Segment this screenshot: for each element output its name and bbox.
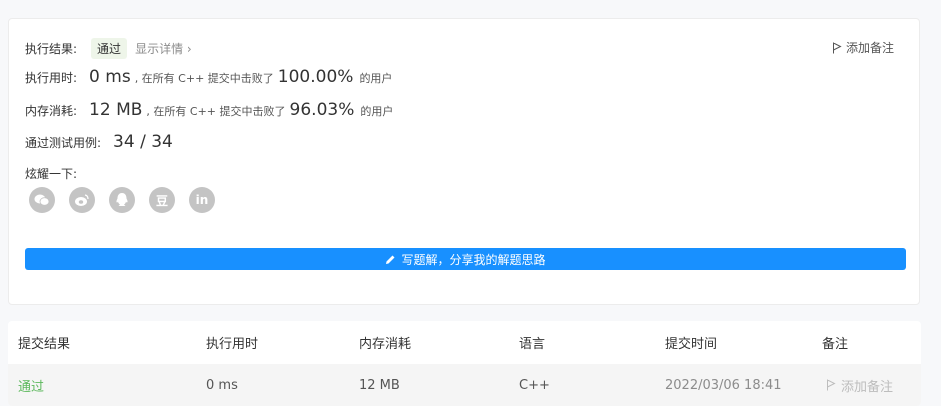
memory-suffix: 的用户 [360, 105, 394, 118]
runtime-suffix: 的用户 [359, 72, 393, 85]
row-add-note-label: 添加备注 [841, 379, 894, 395]
row-memory: 12 MB [359, 377, 400, 393]
table-header: 提交结果 执行用时 内存消耗 语言 提交时间 备注 [8, 321, 921, 364]
flag-icon [827, 379, 836, 391]
share-label: 炫耀一下: [25, 167, 78, 181]
submission-result-card: 执行结果: 通过 显示详情 › 添加备注 执行用时: 0 ms , 在所有 C+… [8, 18, 920, 305]
memory-beat-text: , 在所有 C++ 提交中击败了 [146, 105, 286, 118]
write-solution-label: 写题解，分享我的解题思路 [401, 252, 546, 267]
qq-icon[interactable] [109, 187, 135, 213]
header-language: 语言 [519, 337, 546, 352]
header-note: 备注 [822, 337, 849, 352]
row-runtime: 0 ms [206, 377, 238, 393]
tests-row: 通过测试用例: 34 / 34 [25, 132, 177, 152]
runtime-label: 执行用时: [25, 71, 78, 85]
status-badge: 通过 [91, 38, 128, 59]
memory-row: 内存消耗: 12 MB , 在所有 C++ 提交中击败了 96.03% 的用户 [25, 100, 393, 120]
wechat-icon[interactable] [29, 187, 55, 213]
write-solution-button[interactable]: 写题解，分享我的解题思路 [25, 248, 906, 270]
table-row[interactable]: 通过 0 ms 12 MB C++ 2022/03/06 18:41 添加备注 [8, 364, 921, 406]
linkedin-icon[interactable]: in [189, 187, 215, 213]
row-add-note-button[interactable]: 添加备注 [826, 376, 893, 395]
runtime-beat-text: , 在所有 C++ 提交中击败了 [134, 72, 274, 85]
header-memory: 内存消耗 [359, 337, 412, 352]
runtime-value: 0 ms [89, 67, 131, 87]
linkedin-glyph: in [195, 193, 209, 207]
runtime-row: 执行用时: 0 ms , 在所有 C++ 提交中击败了 100.00% 的用户 [25, 67, 392, 87]
header-result: 提交结果 [18, 337, 71, 352]
memory-percent: 96.03% [289, 100, 355, 120]
runtime-percent: 100.00% [277, 67, 354, 87]
douban-icon[interactable]: 豆 [149, 187, 175, 213]
douban-glyph: 豆 [155, 193, 168, 208]
show-details-link[interactable]: 显示详情 › [135, 40, 192, 57]
result-row: 执行结果: 通过 显示详情 › [25, 38, 192, 59]
row-language: C++ [519, 377, 550, 393]
share-row-label: 炫耀一下: [25, 165, 77, 182]
pencil-icon [386, 255, 395, 264]
row-result[interactable]: 通过 [18, 376, 44, 395]
result-label: 执行结果: [25, 42, 78, 56]
share-buttons: 豆 in [29, 187, 215, 213]
tests-value: 34 / 34 [113, 132, 173, 152]
row-time: 2022/03/06 18:41 [665, 377, 782, 393]
weibo-icon[interactable] [69, 187, 95, 213]
flag-icon [832, 42, 842, 53]
header-runtime: 执行用时 [206, 337, 259, 352]
submissions-table: 提交结果 执行用时 内存消耗 语言 提交时间 备注 通过 0 ms 12 MB … [8, 321, 921, 406]
add-note-label: 添加备注 [845, 41, 894, 55]
tests-label: 通过测试用例: [25, 136, 102, 150]
add-note-button[interactable]: 添加备注 [832, 39, 894, 56]
memory-value: 12 MB [89, 100, 143, 120]
header-time: 提交时间 [665, 337, 718, 352]
memory-label: 内存消耗: [25, 104, 78, 118]
